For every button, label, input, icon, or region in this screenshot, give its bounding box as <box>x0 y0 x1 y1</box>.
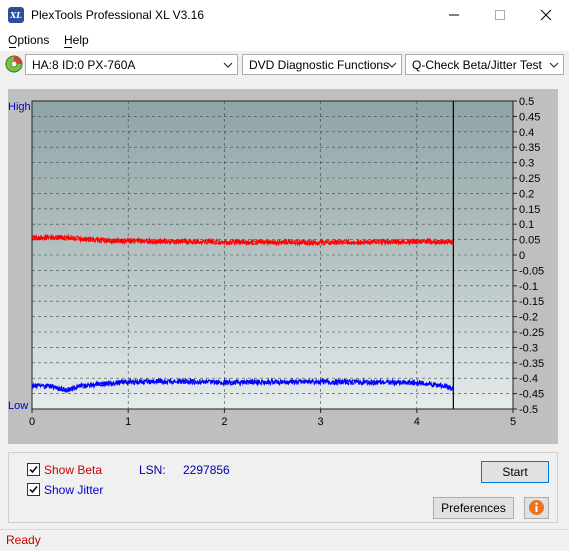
test-select-value: Q-Check Beta/Jitter Test <box>412 58 542 72</box>
chevron-down-icon <box>387 62 397 68</box>
app-icon: XL <box>8 7 24 23</box>
y-tick-label: -0.5 <box>519 404 538 416</box>
chart-panel: 0.5 0.45 0.4 0.35 0.3 0.25 0.2 0.15 0.1 0.05 0 -0.0… <box>8 89 558 444</box>
show-beta-label[interactable]: Show Beta <box>44 463 102 477</box>
function-select-value: DVD Diagnostic Functions <box>249 58 390 72</box>
title-bar: XL PlexTools Professional XL V3.16 <box>0 0 569 30</box>
checkmark-icon <box>29 466 38 474</box>
x-tick-label: 0 <box>29 416 35 428</box>
start-button[interactable]: Start <box>481 461 549 483</box>
y-tick-label: 0.15 <box>519 204 540 216</box>
y-tick-label: -0.25 <box>519 327 544 339</box>
menu-options[interactable]: Options <box>8 33 49 47</box>
y-tick-label: -0.15 <box>519 296 544 308</box>
lsn-label: LSN: <box>139 463 166 477</box>
show-jitter-checkbox[interactable] <box>27 483 40 496</box>
status-text: Ready <box>6 533 41 547</box>
y-tick-label: 0.1 <box>519 219 534 231</box>
maximize-button[interactable] <box>477 0 523 30</box>
high-label: High <box>8 101 31 113</box>
preferences-button[interactable]: Preferences <box>433 497 514 519</box>
y-tick-label: 0.25 <box>519 173 540 185</box>
function-select[interactable]: DVD Diagnostic Functions <box>242 54 402 75</box>
info-button[interactable] <box>524 497 549 519</box>
info-icon <box>529 500 544 515</box>
x-tick-label: 1 <box>125 416 131 428</box>
lsn-value: 2297856 <box>183 463 230 477</box>
y-tick-label: 0.4 <box>519 127 534 139</box>
checkmark-icon <box>29 486 38 494</box>
x-tick-label: 5 <box>510 416 516 428</box>
minimize-icon <box>449 14 459 16</box>
y-tick-label: 0 <box>519 250 525 262</box>
y-tick-label: -0.45 <box>519 389 544 401</box>
test-select[interactable]: Q-Check Beta/Jitter Test <box>405 54 564 75</box>
close-icon <box>540 9 552 21</box>
x-tick-label: 2 <box>221 416 227 428</box>
show-beta-checkbox[interactable] <box>27 463 40 476</box>
minimize-button[interactable] <box>431 0 477 30</box>
low-label: Low <box>8 400 29 412</box>
chevron-down-icon <box>223 62 233 68</box>
y-tick-label: -0.05 <box>519 265 544 277</box>
menu-bar: Options Help <box>0 30 569 51</box>
y-tick-label: 0.5 <box>519 96 534 108</box>
y-tick-label: 0.2 <box>519 188 534 200</box>
maximize-icon <box>495 10 505 20</box>
status-bar: Ready <box>0 529 569 551</box>
y-tick-label: -0.4 <box>519 373 538 385</box>
drive-select-value: HA:8 ID:0 PX-760A <box>32 58 136 72</box>
chevron-down-icon <box>549 62 559 68</box>
show-jitter-label[interactable]: Show Jitter <box>44 483 103 497</box>
drive-select[interactable]: HA:8 ID:0 PX-760A <box>25 54 238 75</box>
y-tick-label: -0.2 <box>519 312 538 324</box>
menu-help[interactable]: Help <box>64 33 89 47</box>
y-tick-label: 0.3 <box>519 158 534 170</box>
y-tick-label: -0.35 <box>519 358 544 370</box>
beta-jitter-chart: 0.5 0.45 0.4 0.35 0.3 0.25 0.2 0.15 0.1 0.05 0 -0.0… <box>29 96 544 428</box>
drive-icon <box>5 55 23 73</box>
y-tick-label: -0.3 <box>519 342 538 354</box>
x-tick-label: 4 <box>414 416 420 428</box>
y-tick-label: 0.35 <box>519 142 540 154</box>
y-tick-label: 0.05 <box>519 235 540 247</box>
y-tick-label: -0.1 <box>519 281 538 293</box>
x-tick-label: 3 <box>318 416 324 428</box>
close-button[interactable] <box>523 0 569 30</box>
y-tick-label: 0.45 <box>519 111 540 123</box>
window-title: PlexTools Professional XL V3.16 <box>31 8 204 22</box>
